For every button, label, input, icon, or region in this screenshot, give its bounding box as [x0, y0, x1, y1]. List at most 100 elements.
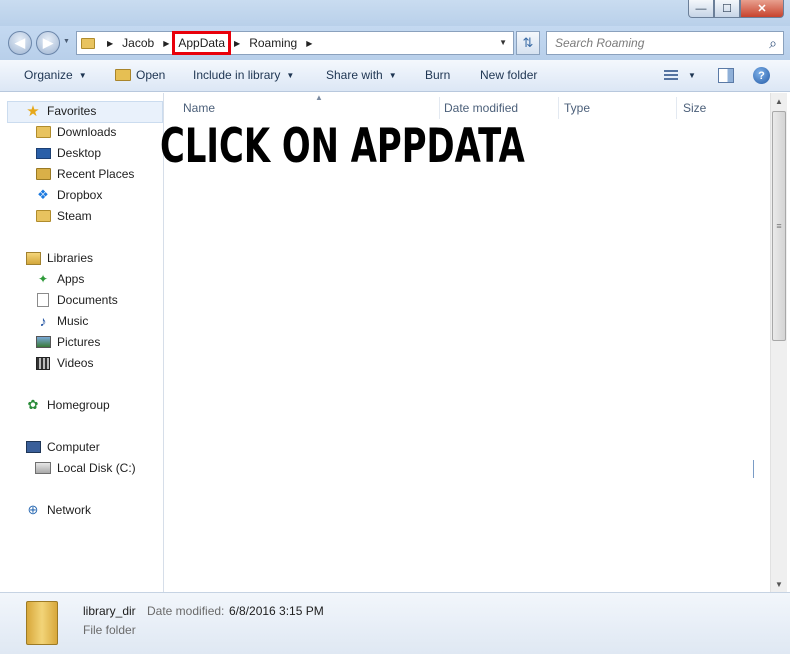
- burn-label: Burn: [425, 68, 451, 82]
- apps-icon: ✦: [37, 272, 49, 286]
- chevron-down-icon: ▼: [388, 70, 397, 80]
- star-icon: ★: [26, 103, 40, 120]
- refresh-button[interactable]: ⇅: [516, 31, 540, 55]
- videos-icon: [36, 356, 50, 370]
- dropbox-icon: ❖: [37, 187, 49, 202]
- chevron-right-icon[interactable]: ▶: [234, 39, 240, 48]
- sort-ascending-icon: ▲: [315, 93, 323, 102]
- chevron-right-icon[interactable]: ▶: [107, 39, 113, 48]
- nav-network[interactable]: ⊕ Network: [25, 502, 92, 517]
- title-bar: — ☐ ✕: [0, 0, 790, 26]
- column-header-name[interactable]: Name ▲: [178, 93, 440, 119]
- chevron-down-icon: ▼: [78, 70, 87, 80]
- column-name-label: Name: [183, 101, 216, 115]
- nav-apps[interactable]: ✦ Apps: [35, 272, 84, 286]
- breadcrumb-appdata[interactable]: AppData: [172, 31, 232, 55]
- nav-favorites[interactable]: ★ Favorites: [25, 103, 97, 120]
- nav-steam[interactable]: Steam: [35, 209, 92, 223]
- change-view-icon[interactable]: [664, 70, 678, 81]
- address-bar[interactable]: ▶ Jacob ▶ AppData ▶ Roaming ▶ ▼: [76, 31, 514, 55]
- nav-homegroup-label: Homegroup: [47, 398, 110, 412]
- scroll-down-icon[interactable]: ▼: [771, 576, 787, 592]
- nav-pictures-label: Pictures: [57, 335, 101, 349]
- breadcrumb-jacob[interactable]: Jacob: [119, 34, 157, 52]
- nav-network-label: Network: [47, 503, 92, 517]
- organize-button[interactable]: Organize ▼: [24, 68, 87, 82]
- nav-documents-label: Documents: [57, 293, 118, 307]
- nav-dropbox[interactable]: ❖ Dropbox: [35, 187, 103, 202]
- nav-desktop[interactable]: Desktop: [35, 146, 101, 160]
- nav-pictures[interactable]: Pictures: [35, 335, 100, 349]
- nav-music-label: Music: [57, 314, 89, 328]
- chevron-right-icon[interactable]: ▶: [163, 39, 169, 48]
- views-dropdown-icon[interactable]: ▼: [688, 71, 696, 80]
- vertical-scrollbar[interactable]: ▲ ≡ ▼: [770, 93, 787, 592]
- date-modified-value: 6/8/2016 3:15 PM: [229, 604, 324, 618]
- item-type: File folder: [83, 623, 136, 637]
- nav-libraries-label: Libraries: [47, 251, 94, 265]
- search-icon[interactable]: ⌕: [769, 35, 777, 52]
- search-input[interactable]: [555, 36, 755, 50]
- address-row: ◀ ▶ ▼ ▶ Jacob ▶ AppData ▶ Roaming ▶ ▼ ⇅ …: [0, 26, 790, 60]
- nav-recent-label: Recent Places: [57, 167, 135, 181]
- nav-homegroup[interactable]: ✿ Homegroup: [25, 397, 110, 412]
- help-icon[interactable]: ?: [753, 67, 770, 84]
- share-with-button[interactable]: Share with ▼: [326, 68, 397, 82]
- nav-downloads-label: Downloads: [57, 125, 117, 139]
- scroll-thumb[interactable]: ≡: [772, 111, 786, 341]
- nav-downloads[interactable]: Downloads: [35, 125, 116, 139]
- scroll-up-icon[interactable]: ▲: [771, 93, 787, 109]
- open-button[interactable]: Open: [115, 68, 165, 82]
- preview-pane-icon[interactable]: [718, 68, 734, 83]
- minimize-button[interactable]: —: [688, 0, 714, 18]
- back-button[interactable]: ◀: [8, 31, 32, 55]
- new-folder-button[interactable]: New folder: [480, 68, 537, 82]
- include-label: Include in library: [193, 68, 281, 82]
- nav-local-disk[interactable]: Local Disk (C:): [35, 461, 136, 475]
- chevron-down-icon: ▼: [286, 70, 295, 80]
- nav-dropbox-label: Dropbox: [57, 188, 103, 202]
- network-icon: ⊕: [27, 502, 39, 517]
- close-button[interactable]: ✕: [740, 0, 784, 18]
- nav-computer-label: Computer: [47, 440, 100, 454]
- nav-documents[interactable]: Documents: [35, 293, 118, 307]
- maximize-button[interactable]: ☐: [714, 0, 740, 18]
- pictures-icon: [35, 336, 51, 348]
- documents-icon: [37, 293, 49, 307]
- back-arrow-icon: ◀: [15, 35, 25, 50]
- nav-videos-label: Videos: [57, 356, 94, 370]
- forward-button[interactable]: ▶: [36, 31, 60, 55]
- address-dropdown-icon[interactable]: ▼: [499, 38, 507, 47]
- forward-arrow-icon: ▶: [43, 35, 53, 50]
- refresh-icon: ⇅: [522, 35, 534, 50]
- nav-music[interactable]: ♪ Music: [35, 313, 89, 329]
- burn-button[interactable]: Burn: [425, 68, 450, 82]
- search-box[interactable]: ⌕: [546, 31, 784, 55]
- desktop-icon: [35, 147, 51, 159]
- nav-steam-label: Steam: [57, 209, 92, 223]
- column-header-type[interactable]: Type: [559, 97, 677, 119]
- selected-item-name: library_dir: [83, 604, 136, 618]
- date-modified-label: Date modified:: [147, 604, 225, 618]
- column-header-size[interactable]: Size: [678, 97, 753, 119]
- nav-apps-label: Apps: [57, 272, 85, 286]
- recent-pages-dropdown-icon[interactable]: ▼: [63, 38, 70, 45]
- homegroup-icon: ✿: [27, 397, 39, 412]
- file-list[interactable]: Name ▲ Date modified Type Size CLICK ON …: [160, 93, 770, 592]
- include-in-library-button[interactable]: Include in library ▼: [193, 68, 294, 82]
- share-label: Share with: [326, 68, 383, 82]
- nav-desktop-label: Desktop: [57, 146, 102, 160]
- nav-favorites-label: Favorites: [47, 104, 97, 118]
- breadcrumb-roaming[interactable]: Roaming: [246, 34, 300, 52]
- nav-libraries[interactable]: Libraries: [25, 251, 93, 265]
- libraries-icon: [25, 251, 41, 265]
- recent-places-icon: [35, 168, 51, 180]
- nav-computer[interactable]: Computer: [25, 440, 100, 454]
- instruction-overlay-text: CLICK ON APPDATA: [160, 119, 525, 174]
- chevron-right-icon[interactable]: ▶: [306, 39, 312, 48]
- folder-icon: [81, 37, 95, 49]
- nav-recent-places[interactable]: Recent Places: [35, 167, 134, 181]
- computer-icon: [25, 441, 41, 453]
- nav-videos[interactable]: Videos: [35, 356, 93, 370]
- column-header-date[interactable]: Date modified: [439, 97, 559, 119]
